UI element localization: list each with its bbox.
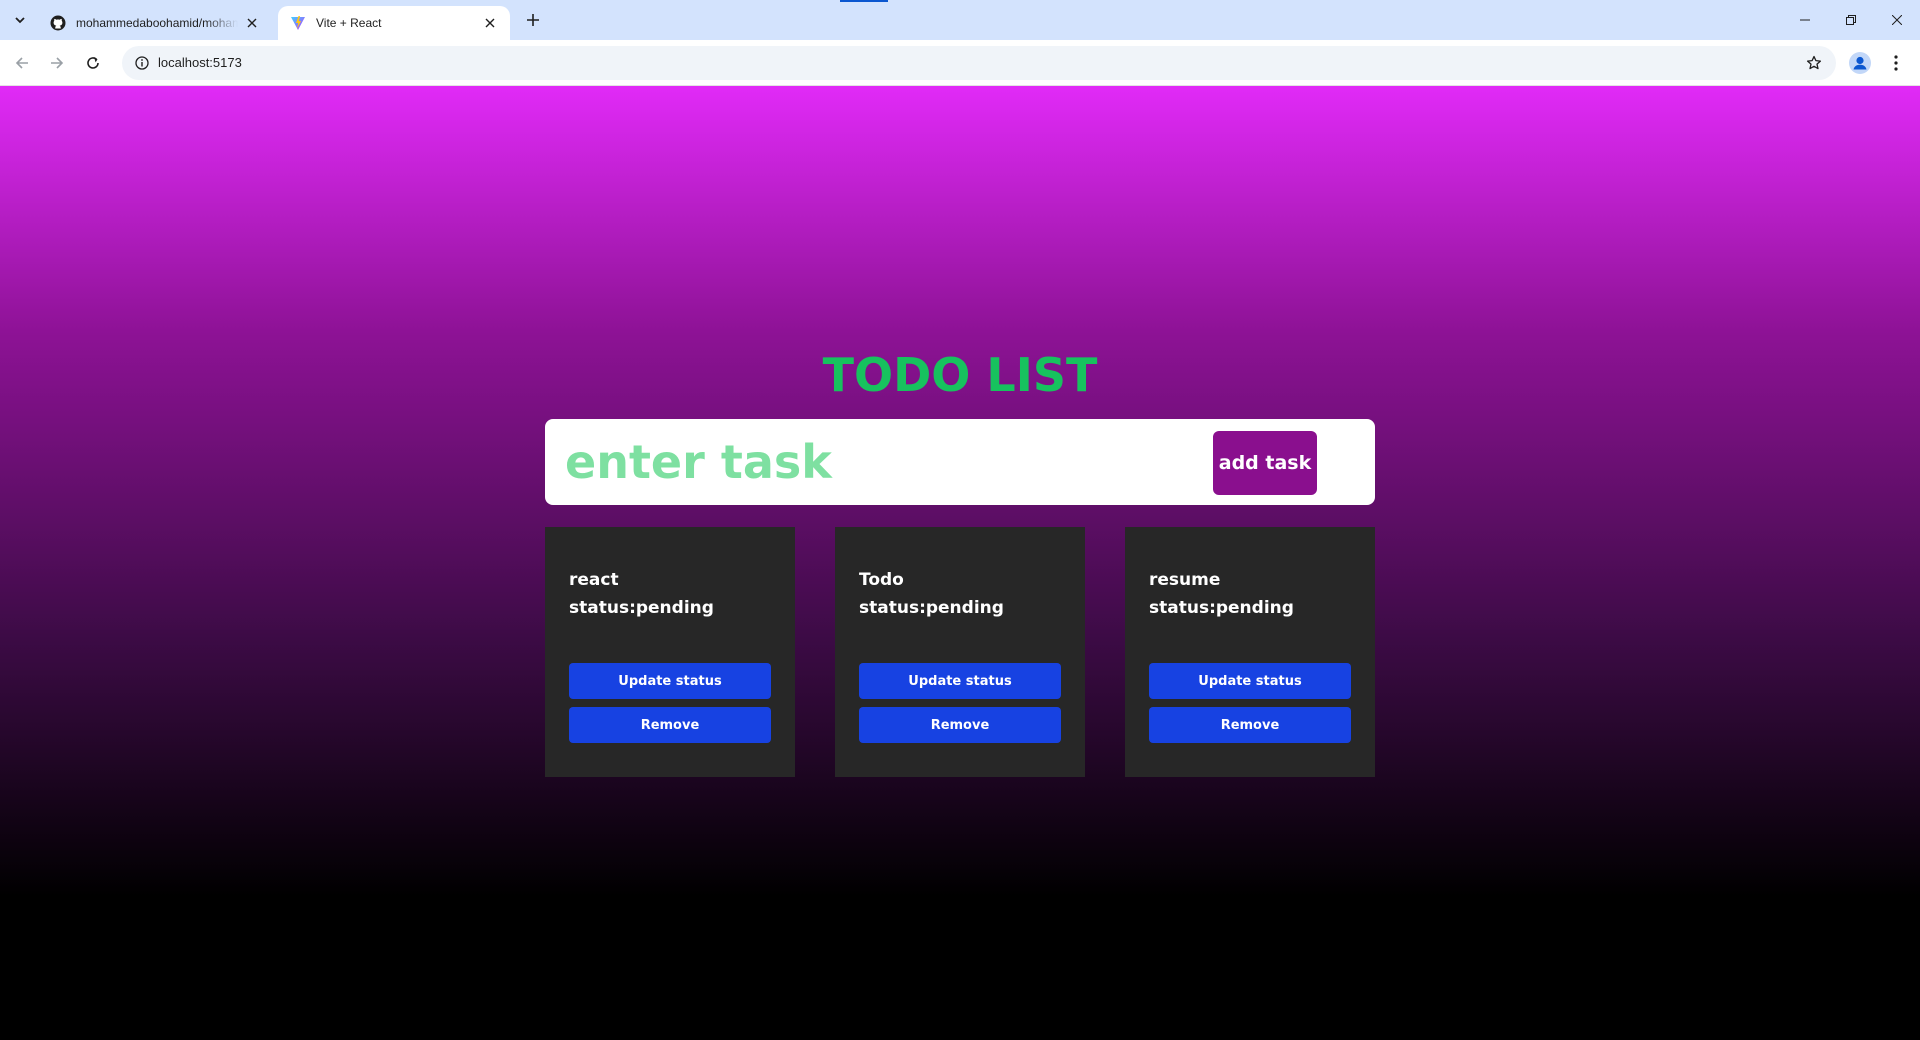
reload-button[interactable]	[79, 49, 107, 77]
task-status: status:pending	[569, 598, 714, 618]
new-tab-button[interactable]	[520, 8, 546, 32]
task-status: status:pending	[1149, 598, 1294, 618]
profile-button[interactable]	[1846, 49, 1874, 77]
minimize-icon	[1800, 19, 1810, 21]
restore-icon	[1846, 15, 1856, 25]
reload-icon	[87, 57, 99, 69]
close-tab-icon[interactable]	[482, 15, 498, 31]
tab-title: mohammedaboohamid/mohammedaboohamid	[76, 16, 238, 30]
page-viewport: TODO LIST add task react status:pending …	[0, 86, 1920, 1040]
vite-icon	[290, 15, 306, 31]
task-name: Todo	[859, 570, 904, 590]
forward-button[interactable]	[43, 49, 71, 77]
task-status: status:pending	[859, 598, 1004, 618]
browser-tab-strip: mohammedaboohamid/mohammedaboohamid Vite…	[0, 0, 1920, 40]
plus-icon	[527, 14, 539, 26]
avatar-icon	[1849, 52, 1871, 74]
task-name: react	[569, 570, 619, 590]
browser-tab-vite[interactable]: Vite + React	[278, 6, 510, 40]
tab-search-button[interactable]	[8, 8, 32, 32]
task-card: react status:pending Update status Remov…	[545, 527, 795, 777]
address-bar[interactable]: localhost:5173	[122, 46, 1836, 80]
task-input[interactable]	[565, 427, 1225, 497]
remove-button[interactable]: Remove	[569, 707, 771, 743]
bookmark-star-icon[interactable]	[1802, 51, 1826, 75]
update-status-button[interactable]: Update status	[1149, 663, 1351, 699]
browser-menu-button[interactable]	[1882, 49, 1910, 77]
browser-toolbar: localhost:5173	[0, 40, 1920, 86]
tab-title: Vite + React	[316, 16, 382, 30]
chevron-down-icon	[15, 17, 25, 24]
task-input-card: add task	[545, 419, 1375, 505]
update-status-button[interactable]: Update status	[859, 663, 1061, 699]
close-window-button[interactable]	[1874, 0, 1920, 40]
remove-button[interactable]: Remove	[859, 707, 1061, 743]
update-status-button[interactable]: Update status	[569, 663, 771, 699]
browser-tab-github[interactable]: mohammedaboohamid/mohammedaboohamid	[40, 6, 270, 40]
page-title: TODO LIST	[822, 348, 1098, 402]
back-arrow-icon	[15, 57, 28, 69]
back-button[interactable]	[8, 49, 36, 77]
task-card: Todo status:pending Update status Remove	[835, 527, 1085, 777]
task-name: resume	[1149, 570, 1221, 590]
github-icon	[50, 15, 66, 31]
add-task-button[interactable]: add task	[1213, 431, 1317, 495]
url-text: localhost:5173	[158, 55, 242, 70]
forward-arrow-icon	[51, 57, 64, 69]
restore-button[interactable]	[1828, 0, 1874, 40]
tab-strip-indicator	[840, 0, 888, 2]
minimize-button[interactable]	[1782, 0, 1828, 40]
remove-button[interactable]: Remove	[1149, 707, 1351, 743]
task-list: react status:pending Update status Remov…	[545, 527, 1375, 777]
site-info-icon[interactable]	[130, 51, 154, 75]
close-tab-icon[interactable]	[244, 15, 260, 31]
close-icon	[1892, 15, 1902, 25]
more-vertical-icon	[1894, 55, 1898, 71]
task-card: resume status:pending Update status Remo…	[1125, 527, 1375, 777]
